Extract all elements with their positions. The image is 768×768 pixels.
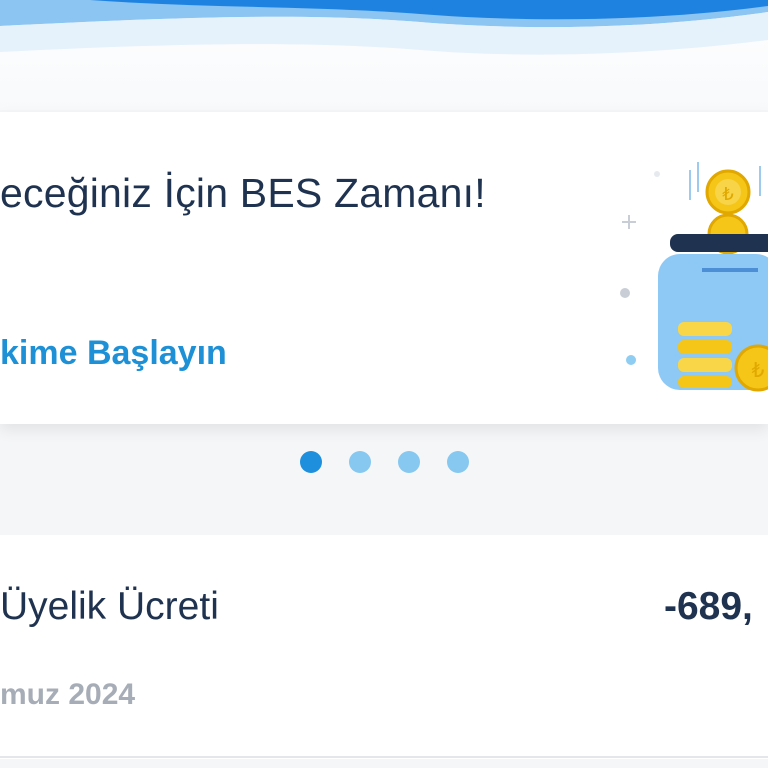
list-divider — [0, 756, 768, 758]
app-screen: eceğiniz İçin BES Zamanı! kime Başlayın … — [0, 0, 768, 768]
savings-jar-illustration: ₺ ₺ — [600, 150, 768, 400]
carousel-dot-2[interactable] — [349, 451, 371, 473]
header-wave-graphic — [0, 0, 768, 55]
transaction-date: muz 2024 — [0, 678, 136, 711]
savings-jar-icon: ₺ ₺ — [620, 162, 768, 392]
carousel-dot-1[interactable] — [300, 451, 322, 473]
banner-cta-link[interactable]: kime Başlayın — [0, 334, 227, 373]
transaction-amount: -689, — [664, 585, 753, 628]
carousel-pagination — [300, 451, 469, 473]
transaction-title: Üyelik Ücreti — [0, 585, 219, 628]
carousel-dot-3[interactable] — [398, 451, 420, 473]
svg-text:₺: ₺ — [752, 358, 765, 382]
header-wave — [0, 0, 768, 110]
svg-text:₺: ₺ — [722, 184, 733, 205]
transaction-list-item[interactable] — [0, 535, 768, 759]
banner-title: eceğiniz İçin BES Zamanı! — [0, 170, 486, 216]
carousel-dot-4[interactable] — [447, 451, 469, 473]
